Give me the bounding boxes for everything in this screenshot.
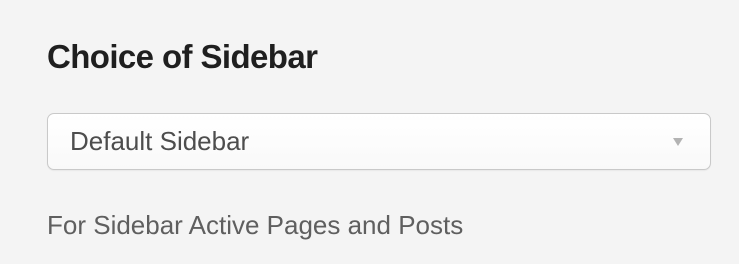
- sidebar-select[interactable]: Default Sidebar: [47, 113, 711, 170]
- sidebar-choice-panel: Choice of Sidebar Default Sidebar For Si…: [0, 0, 739, 264]
- section-title: Choice of Sidebar: [47, 38, 318, 75]
- sidebar-select-value: Default Sidebar: [70, 126, 250, 156]
- sidebar-description: For Sidebar Active Pages and Posts: [47, 210, 464, 240]
- chevron-down-icon: [673, 138, 683, 146]
